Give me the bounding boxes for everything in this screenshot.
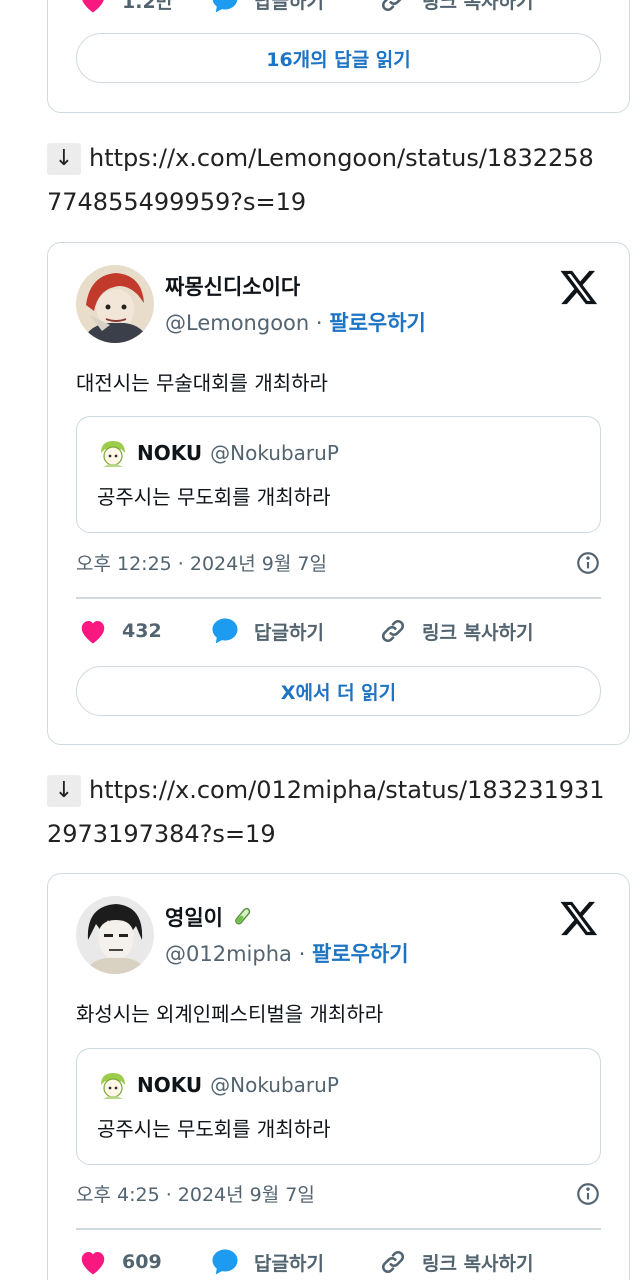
url-text-part1: https://x.com/Lemongoon/status/1832258 xyxy=(89,144,594,172)
quoted-tweet[interactable]: NOKU @NokubaruP 공주시는 무도회를 개최하라 xyxy=(76,1048,601,1165)
info-icon[interactable] xyxy=(575,550,601,576)
tweet-embed-card-partial: 1.2만 답글하기 링크 복사하기 16개의 답글 읽기 xyxy=(47,0,630,113)
separator-dot: · xyxy=(315,311,323,335)
tweet-actions: 1.2만 답글하기 링크 복사하기 xyxy=(78,0,599,17)
copy-link-label: 링크 복사하기 xyxy=(422,0,534,13)
quoted-text: 공주시는 무도회를 개최하라 xyxy=(97,1117,331,1141)
tweet-actions: 609 답글하기 링크 복사하기 xyxy=(78,1245,599,1279)
user-handle[interactable]: @012mipha xyxy=(165,942,292,966)
down-arrow-icon: ↓ xyxy=(47,775,81,807)
info-icon[interactable] xyxy=(575,1181,601,1207)
speech-bubble-icon xyxy=(210,0,240,15)
follow-button[interactable]: 팔로우하기 xyxy=(329,311,426,335)
url-line[interactable]: ↓ https://x.com/012mipha/status/183231931 xyxy=(47,768,605,812)
quoted-avatar xyxy=(97,437,129,469)
url-line-continued[interactable]: 774855499959?s=19 xyxy=(47,180,306,224)
quoted-avatar xyxy=(97,1069,129,1101)
like-count: 432 xyxy=(122,620,162,642)
reply-button[interactable]: 답글하기 xyxy=(210,1247,378,1277)
tweet-meta: 오후 4:25 · 2024년 9월 7일 xyxy=(76,1180,601,1207)
handle-row: @012mipha · 팔로우하기 xyxy=(165,938,409,968)
quoted-tweet-header: NOKU @NokubaruP xyxy=(97,1069,339,1101)
copy-link-button[interactable]: 링크 복사하기 xyxy=(378,0,534,15)
user-handle[interactable]: @Lemongoon xyxy=(165,311,309,335)
copy-link-label: 링크 복사하기 xyxy=(422,621,534,644)
heart-icon xyxy=(78,1247,108,1277)
quoted-handle: @NokubaruP xyxy=(210,441,339,465)
x-logo-icon[interactable] xyxy=(559,898,599,938)
reply-label: 답글하기 xyxy=(254,1252,324,1275)
handle-row: @Lemongoon · 팔로우하기 xyxy=(165,307,426,337)
heart-icon xyxy=(78,0,108,15)
reply-button[interactable]: 답글하기 xyxy=(210,0,378,15)
link-icon xyxy=(378,616,408,646)
copy-link-button[interactable]: 링크 복사하기 xyxy=(378,616,534,646)
avatar[interactable] xyxy=(76,896,154,974)
follow-button[interactable]: 팔로우하기 xyxy=(312,942,409,966)
quoted-text: 공주시는 무도회를 개최하라 xyxy=(97,485,331,509)
like-count: 1.2만 xyxy=(122,0,174,13)
tweet-meta: 오후 12:25 · 2024년 9월 7일 xyxy=(76,549,601,576)
quoted-display-name: NOKU xyxy=(137,1073,203,1097)
quoted-tweet[interactable]: NOKU @NokubaruP 공주시는 무도회를 개최하라 xyxy=(76,416,601,533)
quoted-display-name: NOKU xyxy=(137,441,203,465)
tweet-text: 대전시는 무술대회를 개최하라 xyxy=(76,371,328,395)
reply-label: 답글하기 xyxy=(254,0,324,13)
tweet-actions: 432 답글하기 링크 복사하기 xyxy=(78,614,599,648)
timestamp[interactable]: 오후 4:25 · 2024년 9월 7일 xyxy=(76,1180,315,1207)
copy-link-button[interactable]: 링크 복사하기 xyxy=(378,1247,534,1277)
tweet-embed-card: 짜몽신디소이다 @Lemongoon · 팔로우하기 대전시는 무술대회를 개최… xyxy=(47,242,630,745)
display-name[interactable]: 짜몽신디소이다 xyxy=(165,271,300,301)
like-button[interactable]: 432 xyxy=(78,616,210,646)
read-more-on-x-button[interactable]: X에서 더 읽기 xyxy=(76,666,601,716)
speech-bubble-icon xyxy=(210,1247,240,1277)
tweet-text: 화성시는 외계인페스티벌을 개최하라 xyxy=(76,1002,384,1026)
reply-label: 답글하기 xyxy=(254,621,324,644)
down-arrow-icon: ↓ xyxy=(47,143,81,175)
timestamp[interactable]: 오후 12:25 · 2024년 9월 7일 xyxy=(76,549,327,576)
avatar[interactable] xyxy=(76,265,154,343)
quoted-tweet-header: NOKU @NokubaruP xyxy=(97,437,339,469)
url-line[interactable]: ↓ https://x.com/Lemongoon/status/1832258 xyxy=(47,136,594,180)
tweet-embed-card: 영일이 @012mipha · 팔로우하기 화성시는 외계인페스티벌을 개최하라… xyxy=(47,873,630,1280)
quoted-handle: @NokubaruP xyxy=(210,1073,339,1097)
separator-dot: · xyxy=(298,942,306,966)
divider xyxy=(76,1228,601,1230)
like-button[interactable]: 1.2만 xyxy=(78,0,210,15)
link-icon xyxy=(378,0,408,15)
copy-link-label: 링크 복사하기 xyxy=(422,1252,534,1275)
display-name-text: 영일이 xyxy=(165,906,223,930)
read-replies-button[interactable]: 16개의 답글 읽기 xyxy=(76,33,601,83)
link-icon xyxy=(378,1247,408,1277)
x-logo-icon[interactable] xyxy=(559,267,599,307)
speech-bubble-icon xyxy=(210,616,240,646)
like-count: 609 xyxy=(122,1251,162,1273)
display-name[interactable]: 영일이 xyxy=(165,902,254,934)
test-tube-icon xyxy=(230,905,254,934)
reply-button[interactable]: 답글하기 xyxy=(210,616,378,646)
url-line-continued[interactable]: 2973197384?s=19 xyxy=(47,812,276,856)
divider xyxy=(76,597,601,599)
url-text-part1: https://x.com/012mipha/status/183231931 xyxy=(89,776,605,804)
heart-icon xyxy=(78,616,108,646)
like-button[interactable]: 609 xyxy=(78,1247,210,1277)
